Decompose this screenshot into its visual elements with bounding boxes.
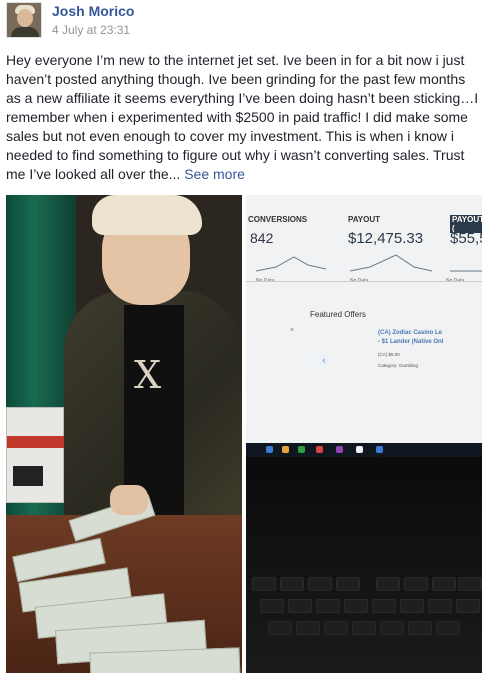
keyboard-key [376,577,400,591]
printer-stripe [7,436,65,448]
keyboard-key [352,621,376,635]
avatar[interactable] [6,2,42,38]
laptop-keyboard [246,457,482,673]
sparkline-charts [255,254,482,272]
post-text-line: sales but not even enough to cover my in… [6,128,454,144]
post-text-line: remember when i experimented with $2500 … [6,109,468,125]
payout-value-secondary: $55,5 [450,230,482,247]
taskbar-app-icon [298,446,305,453]
person-hair [92,195,202,235]
keyboard-key [336,577,360,591]
taskbar-app-icon [316,446,323,453]
photo-person-with-cash[interactable]: X [6,195,242,673]
taskbar-app-icon [376,446,383,453]
keyboard-key [456,599,480,613]
post-timestamp[interactable]: 4 July at 23:31 [52,23,130,37]
sparkline-payout [349,254,433,272]
sparkline-conversions [255,256,327,272]
post-text-line: me I’ve looked all over the... [6,166,181,182]
offer-payout: (CA) $5.00 [378,352,400,357]
keyboard-key [380,621,404,635]
taskbar-app-icon [336,446,343,453]
keyboard-key [280,577,304,591]
taskbar-app-icon [356,446,363,453]
post-header: Josh Morico 4 July at 23:31 [0,0,488,40]
photo-grid: X Conversions 842 Payout $12,475.33 Payo… [6,195,482,673]
keyboard-key [268,621,292,635]
post-text-last-line: me I’ve looked all over the... See more [6,165,484,184]
black-shirt [124,305,184,515]
keyboard-key [458,577,482,591]
keyboard-key [408,621,432,635]
taskbar-app-icon [282,446,289,453]
photo-dashboard-screen[interactable]: Conversions 842 Payout $12,475.33 Payout… [246,195,482,673]
keyboard-key [436,621,460,635]
payout-value: $12,475.33 [348,230,424,247]
section-divider [246,281,482,282]
keyboard-key [316,599,340,613]
post-text-line: needed to find something to figure out w… [6,147,465,163]
offer-card[interactable]: (CA) Zodiac Casino Le - $1 Lander (Nativ… [378,329,482,399]
keyboard-key [252,577,276,591]
post-text: Hey everyone I’m new to the internet jet… [6,51,484,184]
close-icon[interactable]: × [290,327,294,334]
keyboard-key [404,577,428,591]
hand [110,485,148,515]
taskbar-app-icon [266,446,273,453]
keyboard-key [400,599,424,613]
laptop-screen: Conversions 842 Payout $12,475.33 Payout… [246,195,482,443]
keyboard-key [324,621,348,635]
cash-bill [89,647,241,673]
conversions-header: Conversions [248,215,308,224]
offer-name-line: - $1 Lander (Native Onl [378,339,444,345]
post-text-line: as a new affiliate it seems everything I… [6,90,479,106]
keyboard-key [344,599,368,613]
post-text-line: Hey everyone I’m new to the internet jet… [6,52,465,68]
payout-header: Payout [348,215,381,224]
offer-name-line: (CA) Zodiac Casino Le [378,330,443,336]
avatar-face [17,9,33,27]
keyboard-key [260,599,284,613]
chevron-left-icon[interactable]: ‹ [318,354,330,366]
author-name-link[interactable]: Josh Morico [52,3,134,19]
see-more-link[interactable]: See more [184,166,245,182]
keyboard-key [296,621,320,635]
featured-offers-title: Featured Offers [310,310,366,319]
post-text-line: haven’t posted anything though. Ive been… [6,71,466,87]
avatar-body [11,27,39,37]
windows-taskbar [246,443,482,457]
shirt-print: X [134,353,162,397]
printer-slot [13,466,43,486]
keyboard-key [372,599,396,613]
offer-category: Category: Gambling [378,363,419,368]
printer [6,407,65,503]
keyboard-key [432,577,456,591]
conversions-value: 842 [250,230,274,246]
keyboard-key [428,599,452,613]
keyboard-key [308,577,332,591]
keyboard-key [288,599,312,613]
